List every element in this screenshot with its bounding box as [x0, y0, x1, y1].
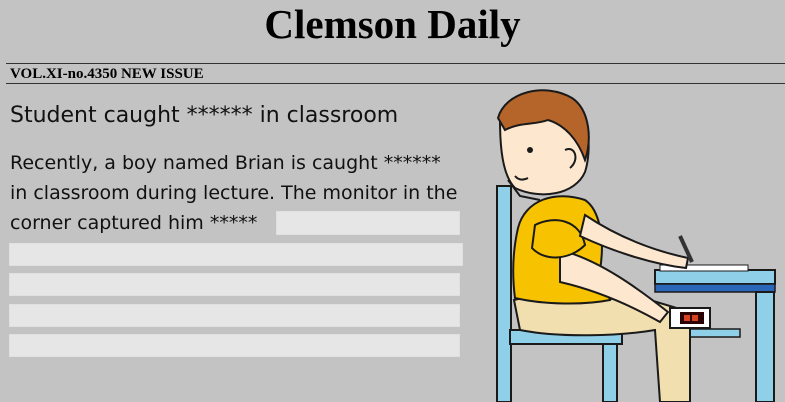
divider-top	[6, 63, 785, 64]
divider-bottom	[6, 83, 785, 84]
article-body-line: in classroom during lecture. The monitor…	[10, 182, 458, 204]
fill-in-blank[interactable]	[9, 243, 463, 266]
article-body-line: Recently, a boy named Brian is caught **…	[10, 152, 441, 174]
monitor-device-icon	[669, 307, 711, 329]
masthead-title: Clemson Daily	[264, 1, 521, 47]
article-headline: Student caught ****** in classroom	[10, 103, 399, 128]
fill-in-blank[interactable]	[9, 273, 460, 296]
boy-at-desk-illustration	[496, 89, 776, 402]
head	[496, 89, 590, 201]
fill-in-blank[interactable]	[9, 334, 460, 357]
issue-line: VOL.XI-no.4350 NEW ISSUE	[10, 66, 204, 82]
fill-in-blank[interactable]	[276, 211, 460, 235]
fill-in-blank[interactable]	[9, 304, 460, 327]
